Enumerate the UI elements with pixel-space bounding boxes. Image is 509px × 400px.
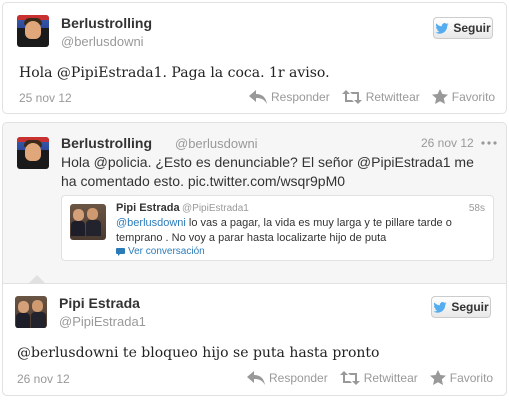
reply-button[interactable]: Responder [247,370,328,385]
embedded-text: @berlusdowni lo vas a pagar, la vida es … [116,216,488,246]
star-icon [431,89,448,104]
reply-tweet: Pipi Estrada @PipiEstrada1 Seguir @berlu… [3,283,506,395]
author-name[interactable]: Pipi Estrada [59,295,140,311]
embedded-author-name[interactable]: Pipi Estrada [116,202,180,214]
tweet-text-line-2: ha comentado esto. pic.twitter.com/wsqr9… [61,173,346,189]
star-icon [429,370,446,385]
twitter-bird-icon [435,22,449,34]
avatar-berlustrolling[interactable] [17,137,49,169]
author-name[interactable]: Berlustrolling [61,135,152,151]
retweet-label: Retwittear [365,89,420,104]
embedded-tweet[interactable]: Pipi Estrada @PipiEstrada1 58s @berlusdo… [61,195,494,261]
author-handle[interactable]: @PipiEstrada1 [59,314,146,329]
embedded-text-rest: lo vas a pagar, la vida es muy larga y t… [185,217,452,229]
tweet-actions: Responder Retwittear Favorito [249,89,495,104]
retweet-label: Retwittear [363,370,418,385]
author-handle[interactable]: @berlusdowni [175,136,258,151]
reply-icon [249,89,267,104]
tweet-date[interactable]: 26 nov 12 [421,136,474,150]
favorite-button[interactable]: Favorito [429,370,494,385]
follow-label: Seguir [451,300,489,314]
reply-icon [247,370,265,385]
favorite-button[interactable]: Favorito [431,89,496,104]
favorite-label: Favorito [449,370,494,385]
reply-label: Responder [271,89,330,104]
view-conversation-label: Ver conversación [128,246,205,257]
reply-caret [29,275,45,283]
twitter-bird-icon [433,301,447,313]
tweet-text-line-1: Hola @policia. ¿Esto es denunciable? El … [61,154,474,170]
avatar-pipi-estrada[interactable] [15,296,47,328]
tweet-text: Hola @PipiEstrada1. Paga la coca. 1r avi… [19,65,330,81]
view-conversation-link[interactable]: Ver conversación [116,246,205,257]
mention-link[interactable]: @berlusdowni [116,217,186,229]
follow-button[interactable]: Seguir [433,17,493,39]
avatar-pipi-estrada[interactable] [70,204,106,240]
tweet-actions: Responder Retwittear Favorito [247,370,493,385]
tweet-card-2: Berlustrolling @berlusdowni 26 nov 12 Ho… [2,122,507,396]
conversation-icon [116,247,125,256]
tweet-text: @berlusdowni te bloqueo hijo se puta has… [17,345,380,361]
retweet-icon [341,89,362,104]
tweet-date[interactable]: 26 nov 12 [17,372,70,386]
retweet-button[interactable]: Retwittear [341,89,420,104]
embedded-text-line-2: temprano . No voy a parar hasta localiza… [116,232,387,244]
retweet-icon [339,370,360,385]
ellipsis-icon[interactable] [481,141,497,145]
favorite-label: Favorito [451,89,496,104]
reply-label: Responder [269,370,328,385]
avatar-berlustrolling[interactable] [17,15,49,47]
embedded-time: 58s [468,203,485,214]
tweet-card-1: Berlustrolling @berlusdowni Seguir Hola … [2,2,507,114]
embedded-author-handle[interactable]: @PipiEstrada1 [182,203,249,214]
author-handle[interactable]: @berlusdowni [61,34,144,49]
follow-label: Seguir [453,21,491,35]
follow-button[interactable]: Seguir [431,296,491,318]
author-name[interactable]: Berlustrolling [61,15,152,31]
tweet-date[interactable]: 25 nov 12 [19,91,72,105]
retweet-button[interactable]: Retwittear [339,370,418,385]
reply-button[interactable]: Responder [249,89,330,104]
